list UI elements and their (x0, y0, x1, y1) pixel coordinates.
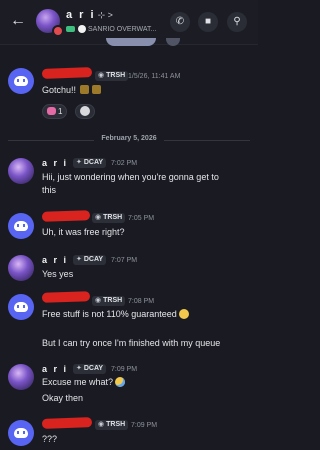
frog-emoji-icon (79, 85, 89, 94)
message-text: ??? (42, 434, 58, 444)
timestamp: 1/5/26, 11:41 AM (128, 73, 181, 80)
avatar[interactable] (8, 255, 34, 281)
message-text: Uh, it was free right? (42, 227, 125, 237)
contact-name[interactable]: a r i ⊹ > (66, 9, 113, 21)
message-text-content: Free stuff is not 110% guaranteed (42, 309, 177, 319)
skull-icon: ◉ (95, 214, 102, 221)
sparkle-icon: ✦ (76, 365, 82, 372)
reaction-face[interactable] (75, 104, 95, 119)
redacted-username (41, 291, 91, 303)
message-text-content: Gotchu!! (42, 85, 77, 95)
timestamp: 7:08 PM (128, 298, 155, 305)
message-text-content: Excuse me what? (42, 377, 114, 387)
message-text: But I can try once I'm finished with my … (42, 338, 221, 348)
divider-line (8, 140, 94, 141)
reaction-heart[interactable]: 1 (42, 104, 68, 119)
previous-image-fragment (106, 38, 156, 46)
avatar[interactable] (8, 68, 34, 94)
server-tag[interactable]: ◉ TRSH (92, 296, 126, 306)
sparkle-icon: ✦ (76, 159, 82, 166)
avatar[interactable] (8, 213, 34, 239)
timestamp: 7:09 PM (111, 366, 138, 373)
phone-icon[interactable]: ✆ (170, 12, 190, 32)
search-icon[interactable]: ⚲ (227, 12, 247, 32)
reaction-count: 1 (58, 107, 63, 116)
timestamp: 7:09 PM (131, 422, 158, 429)
username[interactable]: a r i (42, 255, 68, 265)
date-divider: February 5, 2026 (101, 135, 157, 142)
timestamp: 7:05 PM (128, 215, 155, 222)
username[interactable]: a r i (42, 158, 68, 168)
server-tag[interactable]: ✦ DCAY (73, 364, 107, 374)
server-tag[interactable]: ◉ TRSH (95, 71, 129, 81)
server-tag-label: TRSH (103, 297, 123, 304)
divider-line (164, 140, 250, 141)
skull-icon: ◉ (98, 421, 105, 428)
server-tag[interactable]: ✦ DCAY (73, 158, 107, 168)
message-text: Free stuff is not 110% guaranteed (42, 309, 189, 319)
video-camera-icon[interactable]: ■ (198, 12, 218, 32)
timestamp: 7:02 PM (111, 160, 138, 167)
server-tag-label: TRSH (106, 421, 126, 428)
message-text: Gotchu!! (42, 85, 102, 95)
redacted-username (41, 67, 93, 79)
frog-emoji-icon (92, 85, 102, 94)
face-emoji-icon (80, 106, 90, 116)
server-tag[interactable]: ✦ DCAY (73, 255, 107, 265)
server-tag[interactable]: ◉ TRSH (95, 420, 129, 430)
timestamp: 7:07 PM (111, 257, 138, 264)
anxious-face-emoji-icon (178, 309, 189, 319)
sparkle-icon: ✦ (76, 256, 82, 263)
guild-icon (78, 25, 86, 33)
username[interactable]: a r i (42, 364, 68, 374)
message-text: Okay then (42, 393, 84, 403)
contact-name-suffix: ⊹ > (97, 10, 113, 20)
message-text: Yes yes (42, 269, 74, 279)
skull-icon: ◉ (98, 72, 105, 79)
server-tag-label: TRSH (103, 214, 123, 221)
heart-emoji-icon (47, 107, 56, 115)
message-text: Hii, just wondering when you're gonna ge… (42, 172, 219, 182)
message-text: Excuse me what? (42, 377, 126, 387)
server-tag-label: DCAY (83, 159, 104, 166)
sweat-smile-emoji-icon (115, 377, 126, 387)
server-tag-label: DCAY (83, 365, 104, 372)
server-tag[interactable]: ◉ TRSH (92, 213, 126, 223)
avatar[interactable] (8, 158, 34, 184)
status-indicator (52, 25, 64, 37)
skull-icon: ◉ (95, 297, 102, 304)
arrow-left-icon[interactable]: ← (10, 11, 30, 31)
redacted-username (41, 417, 93, 429)
avatar[interactable] (8, 420, 34, 446)
server-tag-label: DCAY (83, 256, 104, 263)
subtitle-text: SANRIO OVERWAT... (88, 25, 157, 33)
contact-name-text: a r i (66, 9, 96, 21)
avatar[interactable] (8, 294, 34, 320)
message-text: this (42, 185, 57, 195)
activity-subtitle[interactable]: SANRIO OVERWAT... (66, 25, 156, 33)
server-tag-label: TRSH (106, 72, 126, 79)
game-controller-icon (66, 26, 75, 32)
avatar[interactable] (8, 364, 34, 390)
redacted-username (41, 210, 91, 222)
